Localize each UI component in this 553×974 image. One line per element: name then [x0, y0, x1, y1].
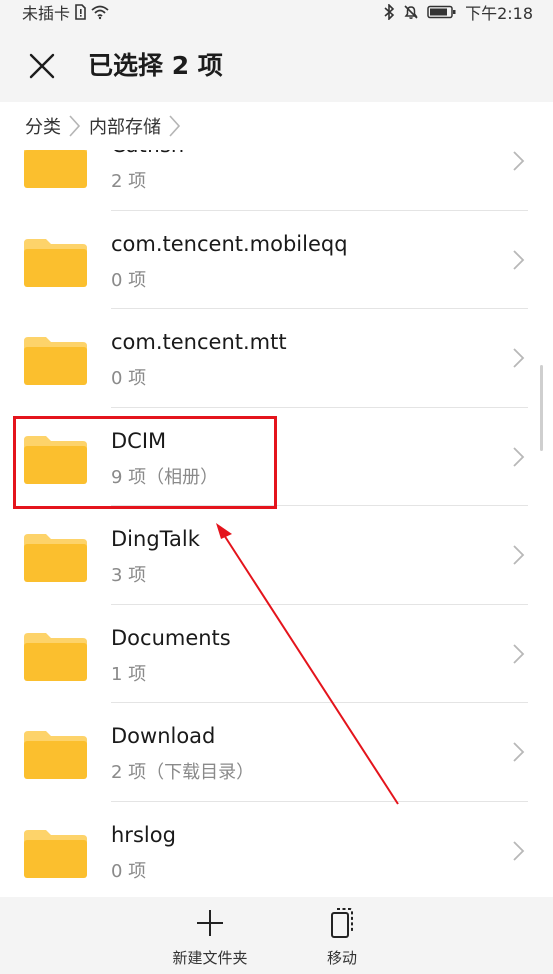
chevron-right-icon [513, 742, 525, 762]
scrollbar[interactable] [540, 365, 543, 451]
folder-name: Download [111, 724, 216, 748]
plus-icon [197, 910, 223, 936]
list-item[interactable]: Catfish 2 项 [0, 150, 553, 211]
bottom-action-bar: 新建文件夹 移动 [0, 897, 553, 974]
chevron-right-icon [513, 151, 525, 171]
list-item[interactable]: com.tencent.mobileqq 0 项 [0, 211, 553, 309]
bluetooth-icon [384, 4, 395, 20]
move-button[interactable]: 移动 [318, 907, 366, 968]
list-item[interactable]: Download 2 项（下载目录） [0, 703, 553, 802]
folder-list-inner: Catfish2 项com.tencent.mobileqq0 项com.ten… [0, 150, 553, 897]
folder-icon [24, 150, 87, 188]
folder-list: Catfish2 项com.tencent.mobileqq0 项com.ten… [0, 150, 553, 897]
folder-icon [24, 534, 87, 582]
wifi-icon [91, 5, 109, 20]
new-folder-button[interactable]: 新建文件夹 [170, 907, 250, 968]
list-item[interactable]: DingTalk 3 项 [0, 506, 553, 605]
chevron-right-icon [513, 446, 525, 467]
sim-icon [75, 4, 86, 20]
close-button[interactable] [22, 46, 62, 86]
chevron-right-icon [513, 249, 525, 270]
breadcrumb: 分类 内部存储 [0, 102, 553, 150]
move-icon [331, 908, 353, 938]
folder-icon [24, 829, 87, 878]
carrier-text: 未插卡 [22, 4, 71, 23]
folder-icon [24, 731, 87, 779]
folder-name: hrslog [111, 822, 176, 847]
folder-item-count: 0 项 [111, 860, 147, 882]
chevron-right-icon [513, 643, 525, 664]
folder-icon [24, 337, 87, 385]
move-label: 移动 [326, 949, 357, 967]
close-icon [29, 53, 55, 79]
list-item[interactable]: Documents 1 项 [0, 605, 553, 703]
list-item[interactable]: hrslog 0 项 [0, 802, 553, 898]
folder-name: Catfish [111, 150, 184, 157]
folder-name: com.tencent.mtt [111, 330, 287, 354]
page-title: 已选择 2 项 [88, 51, 223, 80]
mute-bell-icon [404, 5, 418, 19]
title-bar: 已选择 2 项 [0, 24, 553, 102]
status-right: 下午2:18 [383, 0, 533, 24]
chevron-right-icon [67, 114, 81, 138]
highlight-box [13, 416, 277, 509]
folder-name: com.tencent.mobileqq [111, 231, 348, 256]
breadcrumb-item-category[interactable]: 分类 [25, 113, 61, 139]
chevron-right-icon [513, 348, 525, 368]
folder-item-count: 1 项 [111, 663, 147, 685]
folder-name: Documents [111, 625, 231, 650]
list-item[interactable]: com.tencent.mtt 0 项 [0, 309, 553, 408]
chevron-right-icon [513, 545, 525, 565]
folder-item-count: 0 项 [111, 269, 147, 291]
folder-item-count: 3 项 [111, 565, 147, 586]
folder-name: DingTalk [111, 527, 200, 551]
folder-item-count: 2 项 [111, 171, 147, 192]
folder-icon [24, 632, 87, 681]
folder-icon [24, 238, 87, 287]
folder-item-count: 2 项（下载目录） [111, 762, 255, 783]
breadcrumb-item-internal-storage[interactable]: 内部存储 [89, 113, 161, 139]
chevron-right-icon [167, 114, 181, 138]
status-bar: 未插卡 下午2:18 [0, 0, 553, 24]
clock-text: 下午2:18 [465, 4, 533, 23]
chevron-right-icon [513, 840, 525, 861]
battery-icon [427, 5, 456, 19]
status-left: 未插卡 [22, 0, 109, 24]
folder-item-count: 0 项 [111, 368, 147, 389]
new-folder-label: 新建文件夹 [172, 949, 248, 967]
